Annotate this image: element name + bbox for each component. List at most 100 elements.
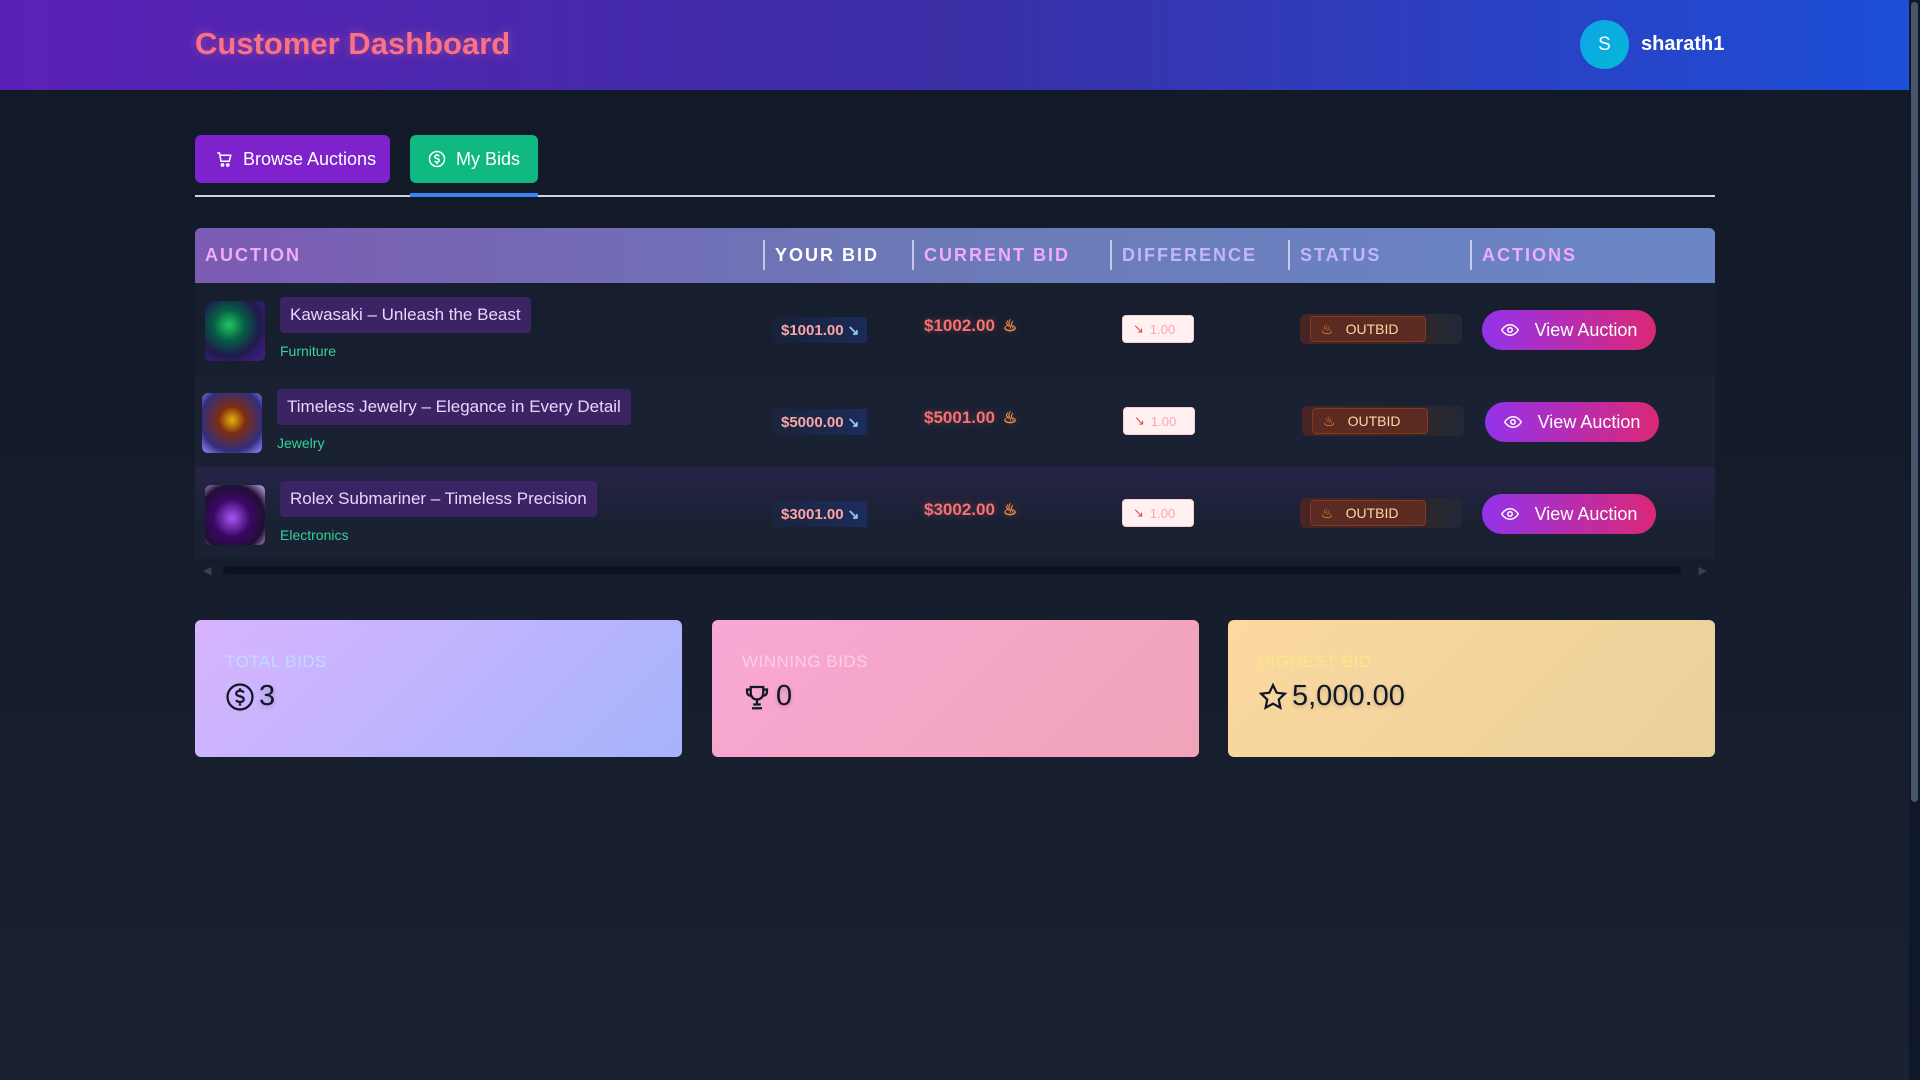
scroll-left-arrow-icon[interactable]: ◀ [203, 564, 211, 577]
trending-down-icon: ↘ [1134, 413, 1145, 428]
your-bid-value: $5000.00 ↘ [773, 409, 868, 435]
column-header-auction: AUCTION [205, 245, 301, 265]
current-bid-value: $1002.00 ♨ [924, 316, 1017, 336]
auction-category: Electronics [280, 527, 349, 543]
flame-icon: ♨ [1002, 502, 1018, 519]
table-row: Timeless Jewelry – Elegance in Every Det… [195, 375, 1715, 467]
stat-card-total-bids: TOTAL BIDS 3 [195, 620, 682, 757]
difference-value: 1.00 [1150, 413, 1177, 429]
column-header-difference: DIFFERENCE [1110, 240, 1257, 270]
current-bid-amount: $1002.00 [924, 316, 995, 335]
status-text: OUTBID [1347, 413, 1401, 429]
your-bid-amount: $3001.00 [781, 505, 844, 523]
auction-thumbnail[interactable] [205, 301, 265, 361]
stat-label: TOTAL BIDS [225, 652, 327, 671]
tab-bar: Browse Auctions My Bids [195, 135, 1715, 197]
cart-icon [215, 150, 233, 168]
button-label: View Auction [1534, 319, 1638, 340]
current-bid-amount: $5001.00 [924, 408, 995, 427]
dollar-circle-icon [428, 150, 446, 168]
your-bid-value: $3001.00 ↘ [773, 501, 868, 527]
trending-down-icon: ↘ [1133, 505, 1144, 520]
status-cell: ♨ OUTBID [1300, 314, 1462, 344]
column-header-status: STATUS [1288, 240, 1381, 270]
scrollbar-track[interactable] [223, 566, 1681, 574]
current-bid-value: $5001.00 ♨ [924, 408, 1017, 428]
stat-card-highest-bid: HIGHEST BID 5,000.00 [1228, 620, 1715, 757]
eye-icon [1503, 413, 1522, 431]
flame-icon: ♨ [1321, 320, 1334, 337]
scroll-right-arrow-icon[interactable]: ▶ [1699, 564, 1707, 577]
auction-thumbnail[interactable] [202, 393, 262, 453]
status-cell: ♨ OUTBID [1302, 406, 1464, 436]
column-header-your-bid: YOUR BID [763, 240, 879, 270]
view-auction-button[interactable]: View Auction [1482, 310, 1656, 350]
app-header: Customer Dashboard S sharath1 [0, 0, 1909, 90]
status-badge: ♨ OUTBID [1310, 316, 1426, 342]
status-text: OUTBID [1345, 505, 1399, 521]
your-bid-amount: $5000.00 [781, 413, 844, 431]
stat-value: 5,000.00 [1258, 680, 1685, 713]
current-bid-amount: $3002.00 [924, 500, 995, 519]
column-header-current-bid: CURRENT BID [912, 240, 1070, 270]
trending-down-icon: ↘ [1133, 321, 1144, 336]
view-auction-button[interactable]: View Auction [1485, 402, 1659, 442]
button-label: View Auction [1537, 411, 1641, 432]
flame-icon: ♨ [1002, 410, 1018, 427]
auction-category: Jewelry [277, 435, 325, 451]
stat-value: 0 [742, 680, 1169, 713]
difference-value: 1.00 [1149, 505, 1176, 521]
trending-down-icon: ↘ [847, 321, 860, 338]
view-auction-button[interactable]: View Auction [1482, 494, 1656, 534]
tab-label: My Bids [456, 148, 521, 169]
table-row: Kawasaki – Unleash the Beast Furniture $… [195, 283, 1715, 375]
stat-number: 0 [776, 680, 793, 712]
status-badge: ♨ OUTBID [1310, 500, 1426, 526]
eye-icon [1500, 321, 1519, 339]
auction-title: Rolex Submariner – Timeless Precision [280, 481, 597, 517]
avatar[interactable]: S [1580, 20, 1629, 69]
stat-number: 5,000.00 [1292, 680, 1405, 712]
difference-badge: ↘ 1.00 [1122, 499, 1194, 527]
star-icon [1258, 682, 1288, 712]
auction-title: Timeless Jewelry – Elegance in Every Det… [277, 389, 631, 425]
your-bid-value: $1001.00 ↘ [773, 317, 868, 343]
auction-thumbnail[interactable] [205, 485, 265, 545]
scrollbar-thumb[interactable] [1911, 2, 1918, 802]
status-badge: ♨ OUTBID [1312, 408, 1428, 434]
flame-icon: ♨ [1321, 504, 1334, 521]
status-cell: ♨ OUTBID [1300, 498, 1462, 528]
stat-label: WINNING BIDS [742, 652, 868, 671]
username[interactable]: sharath1 [1641, 33, 1724, 56]
stat-card-winning-bids: WINNING BIDS 0 [712, 620, 1199, 757]
flame-icon: ♨ [1002, 318, 1018, 335]
eye-icon [1500, 505, 1519, 523]
trophy-icon [742, 682, 772, 712]
active-tab-indicator [410, 193, 538, 197]
tab-browse-auctions[interactable]: Browse Auctions [195, 135, 390, 183]
tab-label: Browse Auctions [243, 148, 377, 169]
column-header-actions: ACTIONS [1470, 240, 1577, 270]
auction-category: Furniture [280, 343, 337, 359]
trending-down-icon: ↘ [847, 505, 860, 522]
difference-badge: ↘ 1.00 [1123, 407, 1195, 435]
stat-number: 3 [259, 680, 276, 712]
flame-icon: ♨ [1323, 412, 1336, 429]
auction-title: Kawasaki – Unleash the Beast [280, 297, 531, 333]
vertical-scrollbar[interactable] [1909, 0, 1920, 1080]
current-bid-value: $3002.00 ♨ [924, 500, 1017, 520]
dollar-circle-icon [225, 682, 255, 712]
bids-table: AUCTION YOUR BID CURRENT BID DIFFERENCE … [195, 228, 1715, 578]
horizontal-scrollbar[interactable]: ◀ ▶ [195, 563, 1715, 577]
tab-my-bids[interactable]: My Bids [410, 135, 538, 183]
difference-value: 1.00 [1149, 321, 1176, 337]
stat-value: 3 [225, 680, 652, 713]
stat-label: HIGHEST BID [1258, 652, 1372, 671]
table-header: AUCTION YOUR BID CURRENT BID DIFFERENCE … [195, 228, 1715, 283]
page-title: Customer Dashboard [195, 26, 511, 61]
status-text: OUTBID [1345, 321, 1399, 337]
trending-down-icon: ↘ [847, 413, 860, 430]
user-menu[interactable]: S sharath1 [1580, 20, 1724, 69]
table-row: Rolex Submariner – Timeless Precision El… [195, 467, 1715, 559]
difference-badge: ↘ 1.00 [1122, 315, 1194, 343]
